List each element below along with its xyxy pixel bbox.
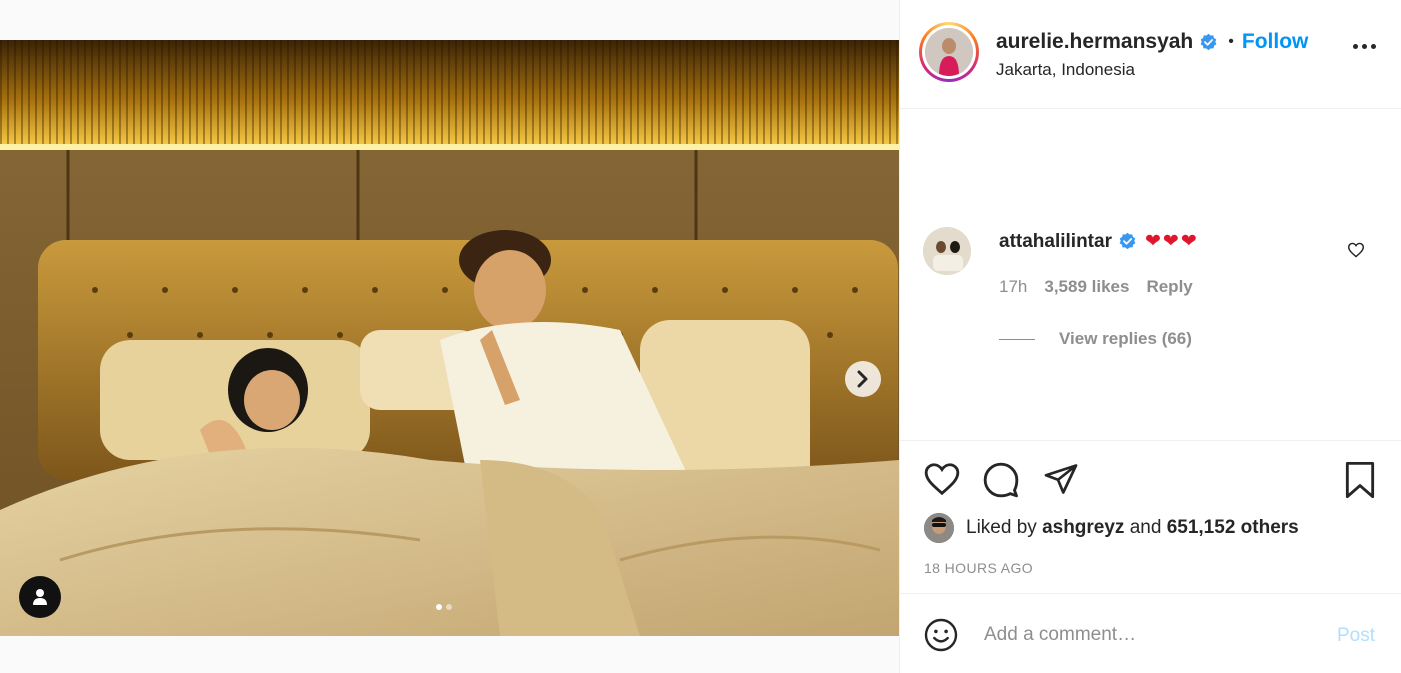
tagged-users-button[interactable] — [19, 576, 61, 618]
comment-time: 17h — [999, 277, 1028, 296]
comment-like-button[interactable] — [1347, 242, 1365, 263]
post-media-pane — [0, 0, 899, 673]
author-avatar[interactable] — [919, 22, 979, 82]
smiley-icon — [924, 618, 958, 652]
heart-icon — [924, 463, 960, 496]
header-separator: • — [1228, 33, 1234, 50]
view-replies-label: View replies (66) — [1059, 329, 1192, 348]
post-side-panel: aurelie.hermansyah • Follow Jakarta, Ind… — [899, 0, 1401, 673]
author-username[interactable]: aurelie.hermansyah — [996, 30, 1193, 54]
like-button[interactable] — [923, 461, 961, 502]
share-button[interactable] — [1042, 461, 1080, 502]
post-actions: Liked by ashgreyz and 651,152 others 18 … — [900, 440, 1401, 593]
liked-by-prefix: Liked by — [966, 517, 1037, 538]
emoji-button[interactable] — [923, 617, 959, 658]
ellipsis-icon — [1353, 44, 1358, 49]
carousel-dot — [446, 604, 452, 610]
verified-badge-icon — [1119, 232, 1136, 250]
paper-plane-icon — [1044, 464, 1078, 494]
post-photo[interactable] — [0, 40, 899, 636]
user-icon — [33, 589, 47, 605]
add-comment-form: Post — [900, 593, 1401, 673]
comment-likes[interactable]: 3,589 likes — [1044, 277, 1129, 297]
comment-text: ❤❤❤ — [1144, 231, 1199, 252]
post-location[interactable]: Jakarta, Indonesia — [996, 60, 1135, 80]
save-button[interactable] — [1343, 461, 1377, 504]
heart-icon — [1347, 242, 1365, 258]
post-header: aurelie.hermansyah • Follow Jakarta, Ind… — [900, 0, 1401, 109]
comment-author-avatar[interactable] — [923, 227, 971, 275]
follow-button[interactable]: Follow — [1242, 30, 1309, 54]
liked-by-row: Liked by ashgreyz and 651,152 others — [924, 513, 1299, 543]
comment-body: attahalilintar ❤❤❤ — [999, 230, 1199, 253]
carousel-indicator — [436, 604, 452, 610]
more-options-button[interactable] — [1353, 44, 1376, 49]
post-comment-button[interactable]: Post — [1337, 625, 1375, 647]
comment-bubble-icon — [983, 462, 1019, 498]
comment-button[interactable] — [982, 461, 1020, 504]
liker-avatar[interactable] — [924, 513, 954, 543]
carousel-next-button[interactable] — [845, 361, 881, 397]
liked-by-conjunction: and — [1129, 517, 1162, 538]
comment-username[interactable]: attahalilintar — [999, 231, 1112, 253]
replies-divider — [999, 338, 1035, 340]
comment-meta: 17h 3,589 likes Reply — [999, 277, 1193, 297]
chevron-right-icon — [857, 370, 868, 388]
comment-reply-button[interactable]: Reply — [1146, 277, 1192, 297]
liker-username[interactable]: ashgreyz — [1042, 517, 1124, 539]
carousel-dot-active — [436, 604, 442, 610]
bookmark-icon — [1345, 461, 1375, 499]
verified-badge-icon — [1200, 33, 1217, 50]
author-name-row: aurelie.hermansyah • Follow — [996, 30, 1308, 54]
view-replies-button[interactable]: View replies (66) — [999, 329, 1192, 349]
author-avatar-image — [925, 28, 973, 76]
comment-input[interactable] — [984, 620, 1324, 650]
post-timestamp[interactable]: 18 HOURS AGO — [924, 560, 1033, 576]
post-photo-illustration — [0, 40, 899, 636]
likes-count[interactable]: 651,152 others — [1167, 517, 1299, 539]
